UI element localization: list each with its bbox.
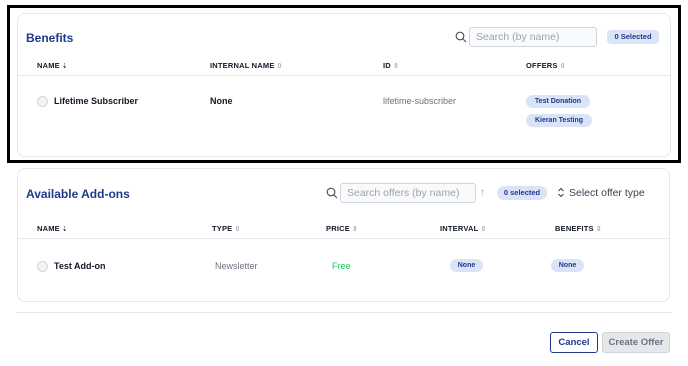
- sort-icon[interactable]: ⇳: [393, 63, 399, 70]
- sort-desc-icon[interactable]: ⇣: [62, 63, 68, 70]
- search-icon: [455, 31, 467, 43]
- row-select-radio[interactable]: [37, 96, 48, 107]
- benefits-search-input[interactable]: Search (by name): [469, 27, 597, 47]
- create-offer-button[interactable]: Create Offer: [602, 332, 670, 353]
- addon-name: Test Add-on: [54, 261, 106, 271]
- divider: [18, 75, 670, 76]
- sort-icon[interactable]: ⇳: [560, 63, 566, 70]
- footer-divider: [16, 312, 672, 313]
- search-icon: [326, 187, 338, 199]
- sort-icon[interactable]: ⇳: [234, 226, 240, 233]
- row-select-radio[interactable]: [37, 261, 48, 272]
- benefits-badge: None: [551, 259, 584, 272]
- sort-desc-icon[interactable]: ⇣: [62, 226, 68, 233]
- addon-price: Free: [332, 261, 351, 271]
- benefit-internal-name: None: [210, 96, 233, 106]
- sort-icon[interactable]: ⇳: [352, 226, 358, 233]
- benefits-title: Benefits: [26, 31, 74, 45]
- addons-title: Available Add-ons: [26, 187, 130, 201]
- sort-icon[interactable]: ⇳: [277, 63, 283, 70]
- sort-icon[interactable]: ⇳: [480, 226, 486, 233]
- addons-col-price[interactable]: PRICE ⇳: [326, 224, 358, 233]
- benefits-col-internal-name[interactable]: INTERNAL NAME ⇳: [210, 61, 283, 70]
- offer-type-select[interactable]: Select offer type: [569, 187, 645, 199]
- benefits-selected-count-badge: 0 Selected: [607, 30, 659, 44]
- benefits-col-offers[interactable]: OFFERS ⇳: [526, 61, 566, 70]
- interval-badge: None: [450, 259, 483, 272]
- offer-badge: Test Donation: [526, 95, 590, 108]
- chevron-updown-icon[interactable]: [557, 187, 565, 198]
- addons-col-type[interactable]: TYPE ⇳: [212, 224, 240, 233]
- cancel-button[interactable]: Cancel: [550, 332, 598, 353]
- addons-col-interval[interactable]: INTERVAL ⇳: [440, 224, 487, 233]
- benefit-id: lifetime-subscriber: [383, 96, 457, 106]
- addons-col-benefits[interactable]: BENEFITS ⇳: [555, 224, 602, 233]
- divider: [18, 238, 669, 239]
- addons-selected-count-badge: 0 selected: [497, 186, 547, 200]
- sort-arrow-up-icon[interactable]: ↑: [480, 187, 485, 198]
- sort-icon[interactable]: ⇳: [596, 226, 602, 233]
- benefits-col-id[interactable]: ID ⇳: [383, 61, 399, 70]
- addons-search-input[interactable]: Search offers (by name): [340, 183, 476, 203]
- addons-col-name[interactable]: NAME ⇣: [37, 224, 68, 233]
- benefit-name: Lifetime Subscriber: [54, 96, 139, 106]
- addon-type: Newsletter: [215, 261, 258, 271]
- offer-badge: Kieran Testing: [526, 114, 592, 127]
- benefits-col-name[interactable]: NAME ⇣: [37, 61, 68, 70]
